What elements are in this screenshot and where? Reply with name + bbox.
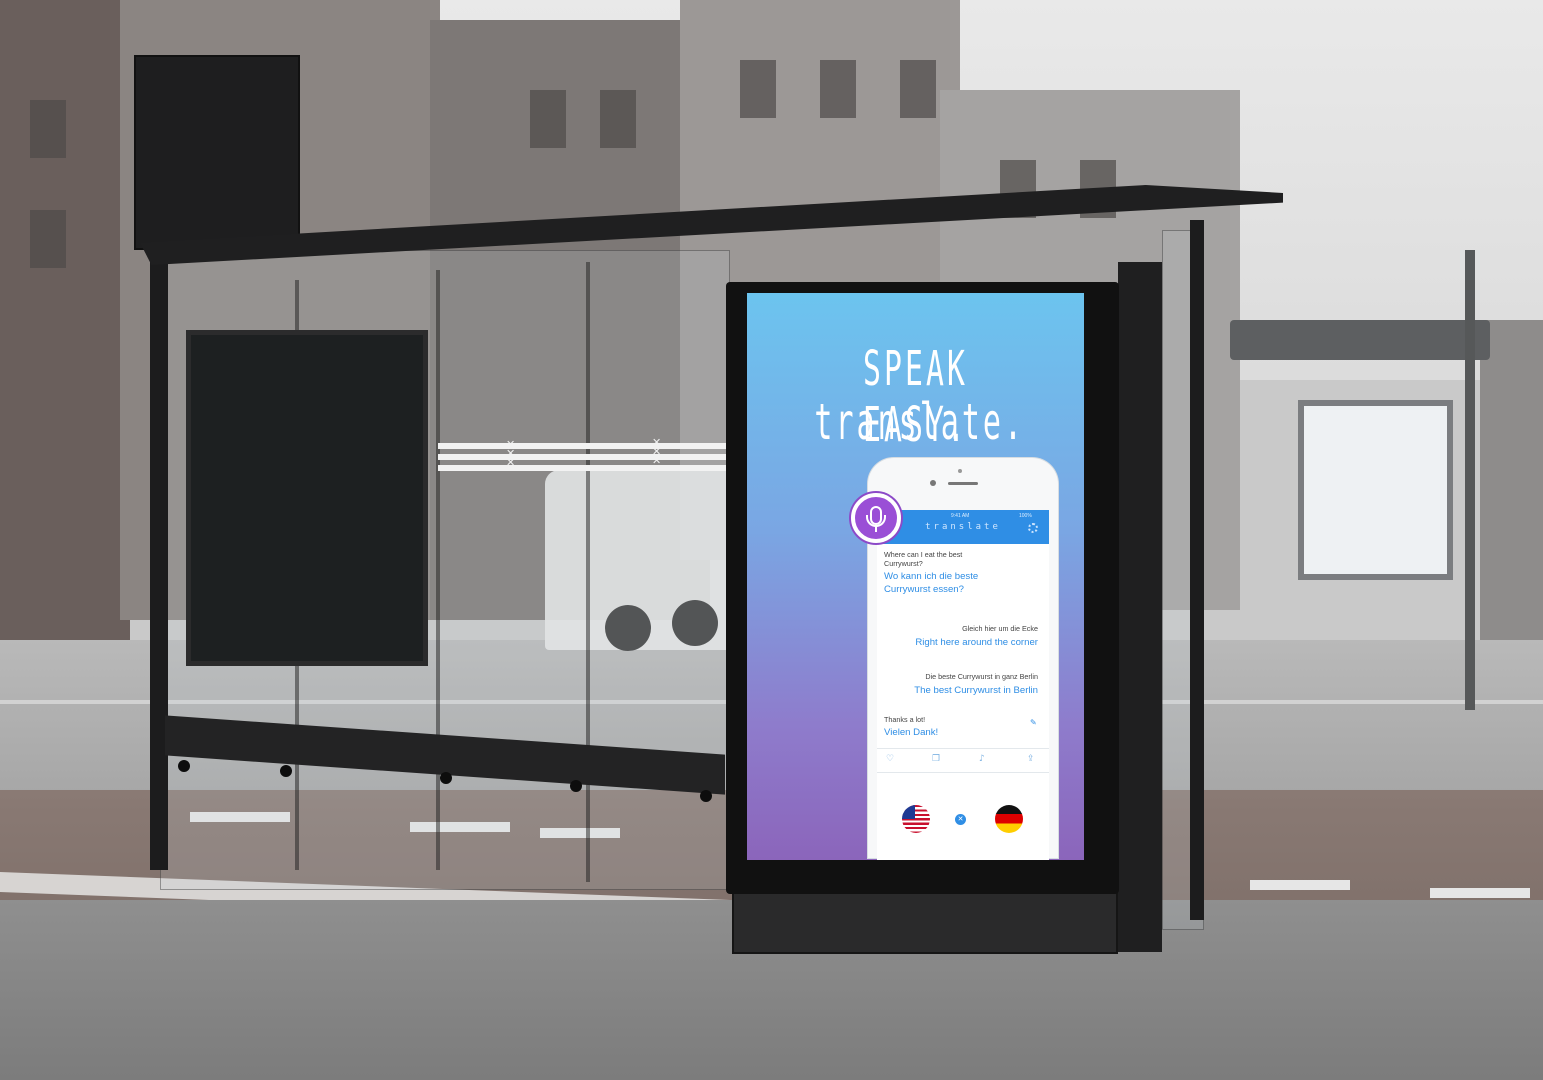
- microphone-button[interactable]: [851, 493, 901, 543]
- glass-seam: [586, 262, 590, 882]
- shelter-post: [150, 250, 168, 870]
- message-translation: Vielen Dank!: [884, 727, 939, 738]
- distant-post: [1465, 250, 1475, 710]
- bolt: [700, 790, 712, 802]
- window: [30, 100, 66, 158]
- message-original: Where can I eat the best Currywurst?: [884, 550, 963, 568]
- divider: [877, 748, 1049, 749]
- phone-earpiece: [948, 482, 978, 485]
- heart-icon[interactable]: ♡: [886, 754, 894, 764]
- glass-decal: [438, 465, 726, 471]
- window: [900, 60, 936, 118]
- crosswalk-stripe: [1430, 888, 1530, 898]
- swap-languages-icon[interactable]: ✕: [955, 814, 966, 825]
- bolt: [178, 760, 190, 772]
- advertisement-poster: SPEAK EASY. translate. 9:41 AM 100% tran…: [747, 293, 1084, 860]
- building: [0, 0, 130, 640]
- phone-sensor: [958, 469, 962, 473]
- window: [30, 210, 66, 268]
- glass-decal: [438, 454, 726, 460]
- app-title: translate: [925, 522, 1001, 532]
- window: [820, 60, 856, 118]
- window: [740, 60, 776, 118]
- gear-icon[interactable]: [1028, 523, 1038, 533]
- germany-flag-icon[interactable]: [995, 805, 1023, 833]
- us-flag-icon[interactable]: [902, 805, 930, 833]
- window: [530, 90, 566, 148]
- message-original: Die beste Currywurst in ganz Berlin: [925, 672, 1038, 681]
- divider: [877, 772, 1049, 773]
- microphone-icon-stem: [875, 526, 877, 532]
- shelter-post: [1190, 220, 1204, 920]
- status-battery: 100%: [1019, 513, 1032, 519]
- translate-app-screen: 9:41 AM 100% translate Where can I eat t…: [877, 510, 1049, 860]
- bolt: [280, 765, 292, 777]
- distant-shelter-panel: [1298, 400, 1453, 580]
- copy-icon[interactable]: ❐: [932, 754, 940, 764]
- crosswalk-stripe: [1250, 880, 1350, 890]
- status-time: 9:41 AM: [951, 513, 970, 519]
- bolt: [570, 780, 582, 792]
- window: [600, 90, 636, 148]
- speaker-icon[interactable]: ♪: [979, 754, 985, 764]
- distant-shelter-roof: [1230, 320, 1490, 360]
- bolt: [440, 772, 452, 784]
- message-original: Thanks a lot!: [884, 715, 926, 724]
- app-header: 9:41 AM 100% translate: [877, 510, 1049, 544]
- building: [1480, 320, 1543, 640]
- message-translation: Right here around the corner: [915, 637, 1038, 648]
- glass-decal-mark: ✕ ✕ ✕: [506, 438, 516, 469]
- ad-subheadline: translate.: [814, 393, 1026, 451]
- message-translation: The best Currywurst in Berlin: [914, 685, 1038, 696]
- speaker-box: [134, 55, 300, 250]
- message-original: Gleich hier um die Ecke: [962, 624, 1038, 633]
- glass-decal-mark: ✕ ✕ ✕: [652, 436, 662, 467]
- pencil-icon[interactable]: ✎: [1030, 718, 1037, 727]
- phone-camera: [930, 480, 936, 486]
- info-display-case: [186, 330, 428, 666]
- glass-decal: [438, 443, 726, 449]
- message-translation: Wo kann ich die beste Currywurst essen?: [884, 571, 979, 595]
- share-icon[interactable]: ⇪: [1027, 754, 1035, 764]
- ad-panel-post: [1118, 262, 1162, 952]
